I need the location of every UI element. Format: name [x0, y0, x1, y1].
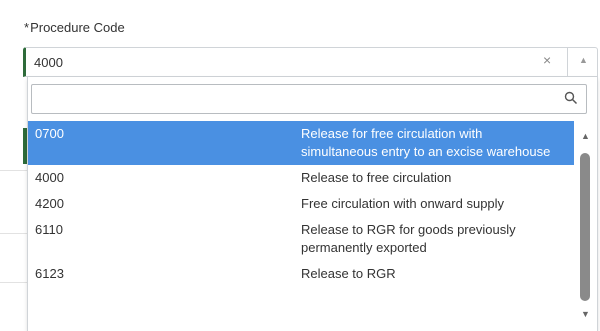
option-description: Release for free circulation with simult… — [301, 126, 551, 159]
procedure-code-label: *Procedure Code — [24, 20, 125, 35]
option-item[interactable]: 6123 Release to RGR — [28, 261, 574, 287]
clear-icon[interactable]: × — [543, 52, 551, 68]
option-description: Release to free circulation — [301, 170, 452, 185]
option-code: 6110 — [35, 222, 63, 237]
option-item[interactable]: 4200 Free circulation with onward supply — [28, 191, 574, 217]
dropdown-panel: 0700 Release for free circulation with si… — [27, 77, 598, 331]
option-code: 0700 — [35, 126, 64, 141]
option-code: 4000 — [35, 170, 64, 185]
option-code: 6123 — [35, 266, 64, 281]
background-divider — [0, 233, 28, 234]
background-divider — [0, 282, 28, 283]
option-description: Release to RGR for goods previously perm… — [301, 222, 516, 255]
dropdown-toggle[interactable]: ▲ — [567, 48, 599, 76]
required-marker: * — [24, 20, 30, 35]
background-divider — [0, 170, 28, 171]
selected-value: 4000 — [34, 55, 63, 70]
option-code: 4200 — [35, 196, 64, 211]
option-item[interactable]: 0700 Release for free circulation with si… — [28, 121, 574, 165]
dropdown-search-box[interactable] — [31, 84, 587, 114]
option-item[interactable]: 4000 Release to free circulation — [28, 165, 574, 191]
procedure-code-select[interactable]: 4000 × ▲ — [23, 47, 598, 77]
option-item[interactable]: 6110 Release to RGR for goods previously … — [28, 217, 574, 261]
label-text: Procedure Code — [30, 20, 125, 35]
dropdown-scrollbar[interactable]: ▲ ▼ — [579, 129, 595, 329]
option-description: Release to RGR — [301, 266, 396, 281]
options-list: 0700 Release for free circulation with si… — [28, 121, 576, 287]
dropdown-search-input[interactable] — [36, 89, 560, 111]
scroll-down-icon[interactable]: ▼ — [581, 309, 590, 319]
scroll-thumb[interactable] — [580, 153, 590, 301]
chevron-up-icon: ▲ — [579, 55, 588, 65]
scroll-up-icon[interactable]: ▲ — [581, 131, 590, 141]
option-description: Free circulation with onward supply — [301, 196, 505, 211]
search-icon — [564, 91, 578, 105]
